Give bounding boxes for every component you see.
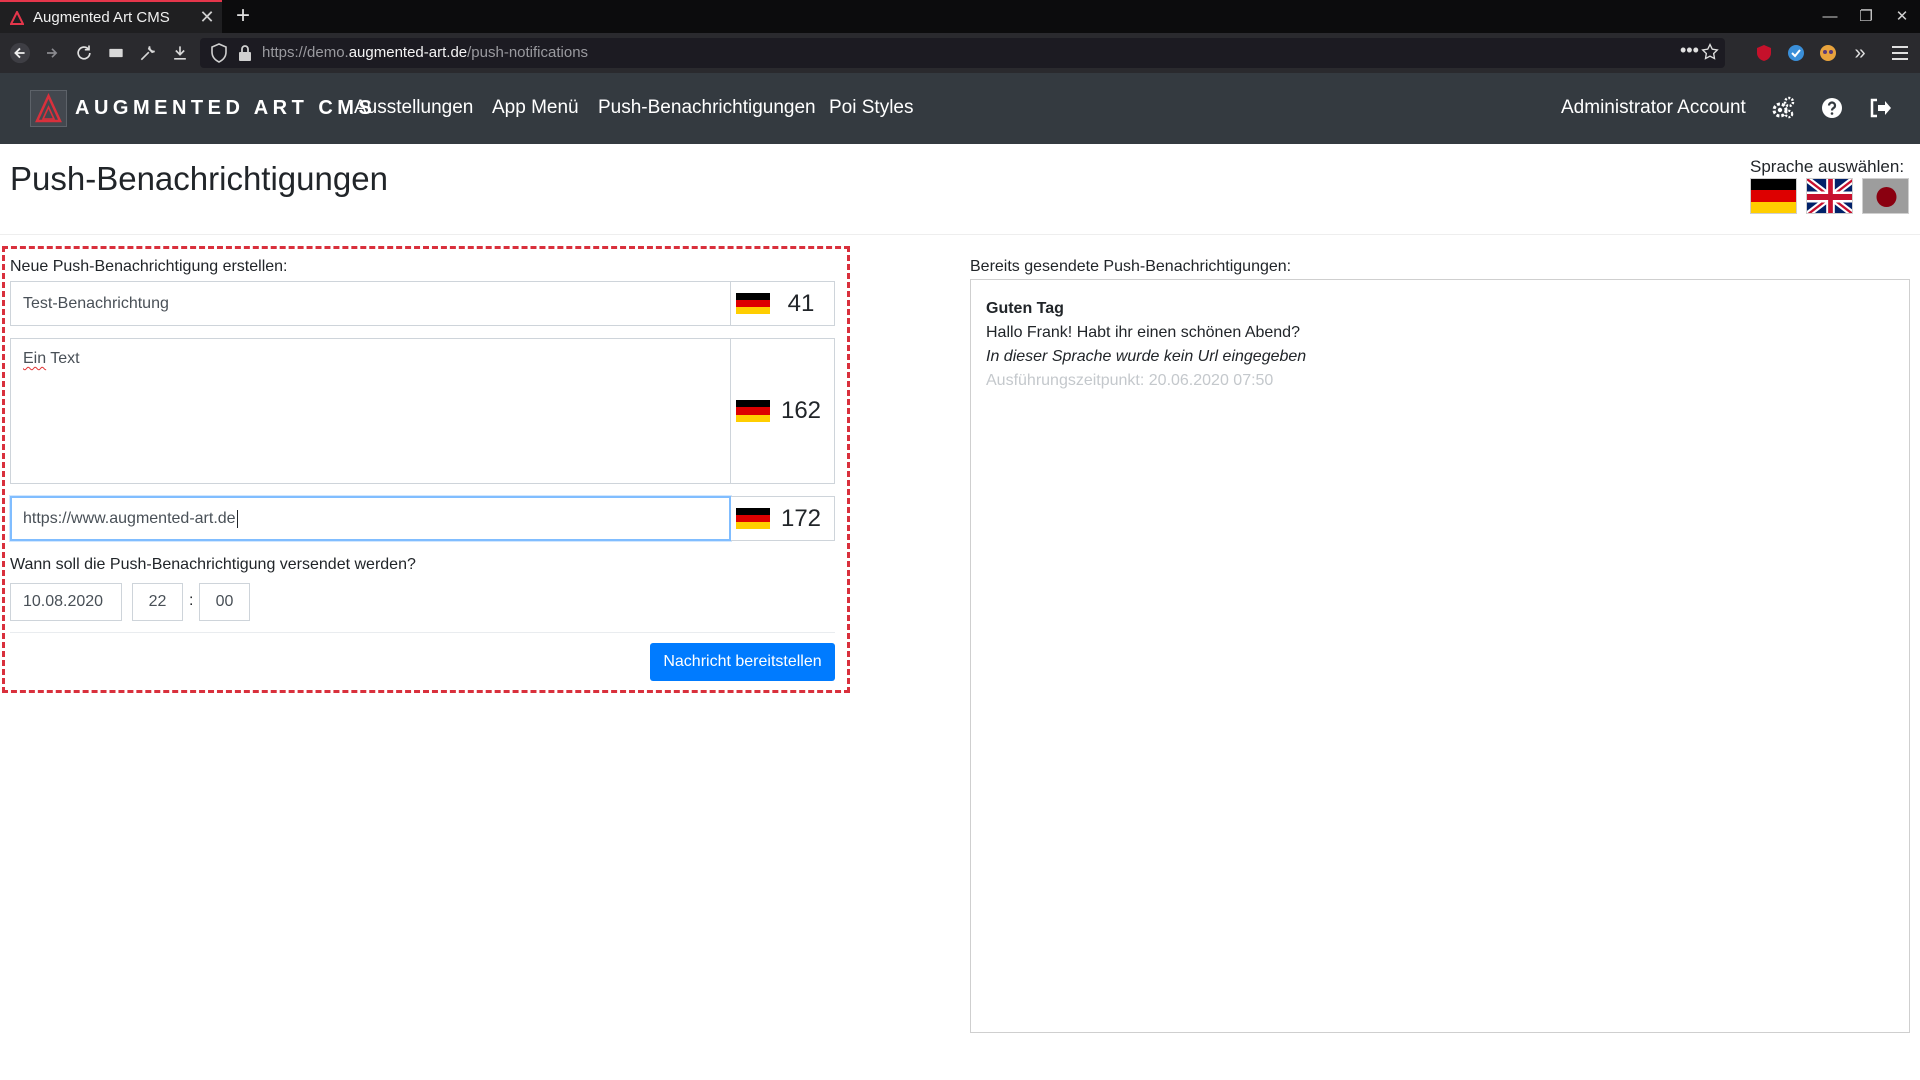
- sent-item-time: Ausführungszeitpunkt: 20.06.2020 07:50: [986, 372, 1274, 389]
- hour-input[interactable]: 22: [132, 583, 183, 621]
- ublock-icon[interactable]: [1752, 41, 1776, 65]
- star-icon[interactable]: [1700, 42, 1720, 67]
- url-counter: 172: [731, 496, 835, 541]
- brand-name[interactable]: AUGMENTED ART CMS: [75, 97, 376, 120]
- sent-item-url-note: In dieser Sprache wurde kein Url eingege…: [986, 348, 1307, 365]
- body-text-rest: Text: [46, 350, 80, 367]
- hamburger-menu-icon[interactable]: [1888, 41, 1912, 65]
- extension-blue-icon[interactable]: [1784, 41, 1808, 65]
- nav-ausstellungen[interactable]: Ausstellungen: [354, 97, 473, 119]
- back-arrow-icon[interactable]: [8, 41, 32, 65]
- url-path: /push-notifications: [467, 44, 589, 61]
- screenshot-icon[interactable]: [104, 41, 128, 65]
- title-input-value: Test-Benachrichtung: [23, 294, 169, 312]
- download-icon[interactable]: [168, 41, 192, 65]
- sent-item-body: Hallo Frank! Habt ihr einen schönen Aben…: [986, 324, 1300, 341]
- browser-tab-bar: Augmented Art CMS ✕ + — ❐ ✕: [0, 0, 1920, 33]
- send-time-label: Wann soll die Push-Benachrichtigung vers…: [10, 556, 416, 573]
- browser-tab-active[interactable]: Augmented Art CMS ✕: [0, 0, 222, 33]
- sent-item-title: Guten Tag: [986, 300, 1064, 317]
- augmented-art-logo-icon: [10, 10, 24, 25]
- settings-gears-icon[interactable]: [1770, 95, 1796, 121]
- sent-notifications-list[interactable]: Guten Tag Hallo Frank! Habt ihr einen sc…: [970, 279, 1910, 1033]
- sent-heading: Bereits gesendete Push-Benachrichtigunge…: [970, 258, 1292, 275]
- language-label: Sprache auswählen:: [1750, 157, 1905, 176]
- overflow-chevron-icon[interactable]: »: [1848, 41, 1872, 65]
- form-divider: [10, 632, 835, 633]
- window-close-icon[interactable]: ✕: [1882, 0, 1920, 33]
- title-count: 41: [787, 289, 815, 317]
- nav-app-menue[interactable]: App Menü: [492, 97, 579, 119]
- forward-arrow-icon[interactable]: [40, 41, 64, 65]
- create-heading: Neue Push-Benachrichtigung erstellen:: [10, 258, 288, 275]
- submit-button[interactable]: Nachricht bereitstellen: [650, 643, 835, 681]
- text-caret: [236, 509, 238, 528]
- url-text[interactable]: https://demo.augmented-art.de/push-notif…: [262, 44, 588, 61]
- body-counter: 162: [731, 338, 835, 484]
- plus-icon[interactable]: +: [230, 3, 256, 29]
- nav-poi-styles[interactable]: Poi Styles: [829, 97, 913, 119]
- date-value: 10.08.2020: [23, 593, 104, 610]
- date-input[interactable]: 10.08.2020: [10, 583, 122, 621]
- url-input[interactable]: https://www.augmented-art.de: [10, 496, 731, 541]
- page-title: Push-Benachrichtigungen: [10, 160, 388, 197]
- url-bar[interactable]: https://demo.augmented-art.de/push-notif…: [200, 38, 1725, 68]
- logout-icon[interactable]: [1867, 95, 1893, 121]
- shield-icon[interactable]: [210, 43, 228, 68]
- header-divider: [0, 234, 1920, 235]
- minimize-icon[interactable]: —: [1810, 0, 1850, 33]
- nav-push-benachrichtigungen[interactable]: Push-Benachrichtigungen: [598, 97, 816, 119]
- flag-de-icon: [736, 507, 770, 530]
- help-icon[interactable]: [1819, 95, 1845, 121]
- time-separator: :: [189, 592, 194, 609]
- url-input-value: https://www.augmented-art.de: [23, 509, 236, 527]
- wrench-icon[interactable]: [136, 41, 160, 65]
- flag-de-icon: [736, 400, 770, 422]
- minute-input[interactable]: 00: [199, 583, 250, 621]
- body-count: 162: [780, 397, 822, 424]
- url-count: 172: [780, 504, 822, 532]
- body-misspelled-word: Ein: [23, 350, 47, 367]
- app-navbar: AUGMENTED ART CMS Ausstellungen App Menü…: [0, 73, 1920, 144]
- title-counter: 41: [731, 281, 835, 326]
- browser-tab-title: Augmented Art CMS: [33, 9, 170, 26]
- lock-icon[interactable]: [238, 44, 252, 67]
- restore-icon[interactable]: ❐: [1846, 0, 1886, 33]
- url-host: augmented-art.de: [348, 44, 468, 61]
- close-icon[interactable]: ✕: [192, 7, 222, 28]
- augmented-art-logo-icon[interactable]: [30, 90, 67, 127]
- body-textarea[interactable]: Ein Text: [10, 338, 731, 484]
- flag-uk-icon[interactable]: [1806, 178, 1853, 214]
- flag-de-icon[interactable]: [1750, 178, 1797, 214]
- title-input[interactable]: Test-Benachrichtung: [10, 281, 731, 326]
- account-link[interactable]: Administrator Account: [1561, 97, 1746, 119]
- flag-jp-icon[interactable]: [1862, 178, 1909, 214]
- url-prefix: https://demo.: [262, 44, 349, 61]
- minute-value: 00: [215, 593, 234, 610]
- flag-de-icon: [736, 292, 770, 315]
- more-icon[interactable]: •••: [1680, 40, 1699, 61]
- browser-toolbar: https://demo.augmented-art.de/push-notif…: [0, 33, 1920, 73]
- extension-mask-icon[interactable]: [1816, 41, 1840, 65]
- hour-value: 22: [148, 593, 167, 610]
- reload-icon[interactable]: [72, 41, 96, 65]
